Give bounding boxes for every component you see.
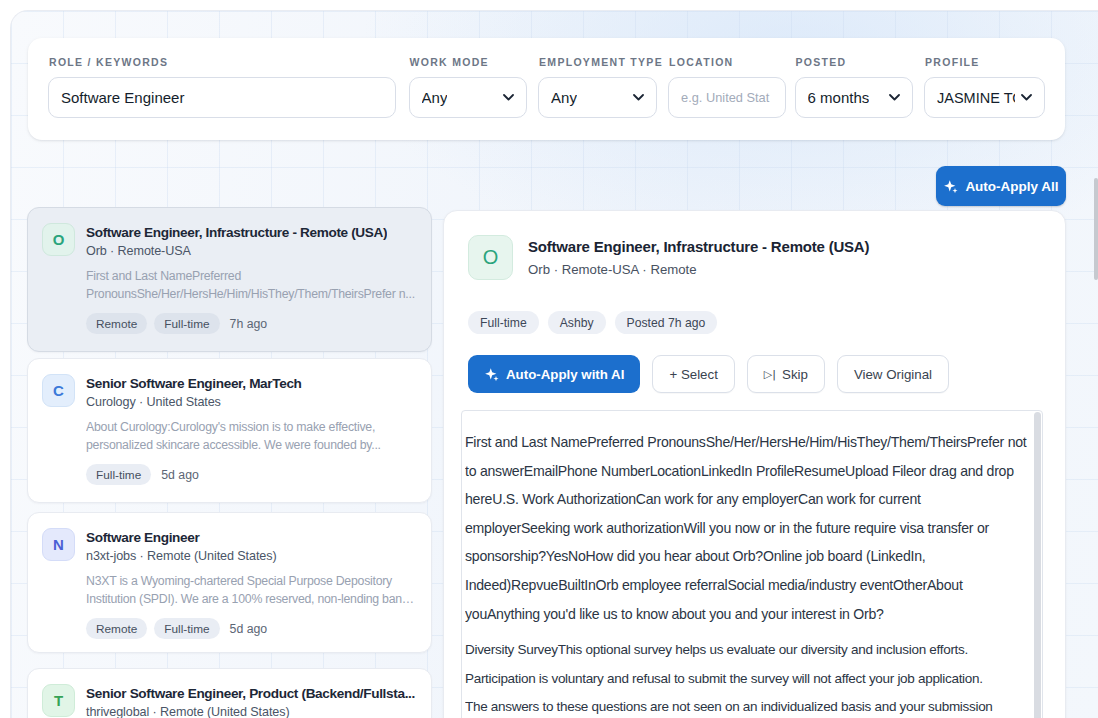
sparkle-icon (484, 367, 499, 382)
job-company: Curology · United States (86, 395, 302, 409)
job-detail-panel: O Software Engineer, Infrastructure - Re… (443, 210, 1066, 718)
work-mode-label: WORK MODE (410, 56, 527, 68)
skip-icon: ▷| (764, 368, 776, 381)
skip-button[interactable]: ▷| Skip (747, 355, 825, 393)
job-company: n3xt-jobs · Remote (United States) (86, 549, 276, 563)
job-card[interactable]: O Software Engineer, Infrastructure - Re… (27, 207, 432, 352)
job-card[interactable]: C Senior Software Engineer, MarTech Curo… (27, 358, 432, 503)
chevron-down-icon (1021, 94, 1032, 101)
work-mode-select[interactable]: Any (409, 77, 527, 118)
company-avatar: N (42, 528, 75, 561)
location-label: LOCATION (669, 56, 786, 68)
tag-fulltime: Full-time (154, 313, 219, 334)
tag-remote: Remote (86, 313, 147, 334)
detail-job-subtitle: Orb · Remote-USA · Remote (528, 262, 869, 277)
job-card[interactable]: N Software Engineer n3xt-jobs · Remote (… (27, 512, 432, 653)
posted-label: POSTED (796, 56, 913, 68)
tag-remote: Remote (86, 618, 147, 639)
badge-posted: Posted 7h ago (615, 311, 718, 334)
filter-bar: ROLE / KEYWORDS WORK MODE Any EMPLOYMENT… (28, 38, 1065, 140)
badge-source: Ashby (548, 311, 606, 334)
job-title: Software Engineer, Infrastructure - Remo… (86, 223, 387, 240)
job-company: thriveglobal · Remote (United States) (86, 705, 415, 718)
job-age: 5d ago (161, 468, 199, 482)
job-title: Software Engineer (86, 528, 276, 545)
job-description: N3XT is a Wyoming-chartered Special Purp… (86, 572, 417, 608)
location-input[interactable] (668, 77, 786, 118)
job-age: 5d ago (230, 622, 268, 636)
role-keywords-input[interactable] (48, 77, 396, 118)
job-description: About Curology:Curology's mission is to … (86, 418, 417, 454)
view-original-button[interactable]: View Original (837, 355, 949, 393)
company-avatar: O (42, 223, 75, 256)
sparkle-icon (943, 179, 958, 194)
page-scrollbar[interactable] (1094, 178, 1098, 280)
job-company: Orb · Remote-USA (86, 244, 387, 258)
company-avatar: T (42, 684, 75, 717)
employment-type-label: EMPLOYMENT TYPE (539, 56, 657, 68)
textbox-scrollbar[interactable] (1034, 412, 1041, 718)
profile-select[interactable]: JASMINE TO (924, 77, 1045, 118)
job-card[interactable]: T Senior Software Engineer, Product (Bac… (27, 668, 432, 718)
detail-job-title: Software Engineer, Infrastructure - Remo… (528, 238, 869, 255)
form-text-paragraph: Diversity SurveyThis optional survey hel… (465, 636, 1032, 718)
posted-select[interactable]: 6 months (795, 77, 913, 118)
form-text-paragraph: First and Last NamePreferred PronounsShe… (465, 428, 1032, 628)
company-avatar: O (468, 235, 513, 280)
auto-apply-with-ai-button[interactable]: Auto-Apply with AI (468, 355, 640, 393)
company-avatar: C (42, 374, 75, 407)
profile-label: PROFILE (925, 56, 1045, 68)
employment-type-select[interactable]: Any (538, 77, 657, 118)
job-age: 7h ago (230, 317, 268, 331)
badge-fulltime: Full-time (468, 311, 539, 334)
tag-fulltime: Full-time (86, 464, 151, 485)
chevron-down-icon (633, 94, 644, 101)
application-form-text[interactable]: First and Last NamePreferred PronounsShe… (461, 410, 1043, 718)
job-title: Senior Software Engineer, MarTech (86, 374, 302, 391)
chevron-down-icon (889, 94, 900, 101)
auto-apply-all-button[interactable]: Auto-Apply All (936, 166, 1066, 206)
chevron-down-icon (503, 94, 514, 101)
job-description: First and Last NamePreferred PronounsShe… (86, 267, 417, 303)
role-keywords-label: ROLE / KEYWORDS (49, 56, 396, 68)
job-title: Senior Software Engineer, Product (Backe… (86, 684, 415, 701)
select-button[interactable]: + Select (652, 355, 734, 393)
auto-apply-all-label: Auto-Apply All (965, 179, 1058, 194)
tag-fulltime: Full-time (154, 618, 219, 639)
